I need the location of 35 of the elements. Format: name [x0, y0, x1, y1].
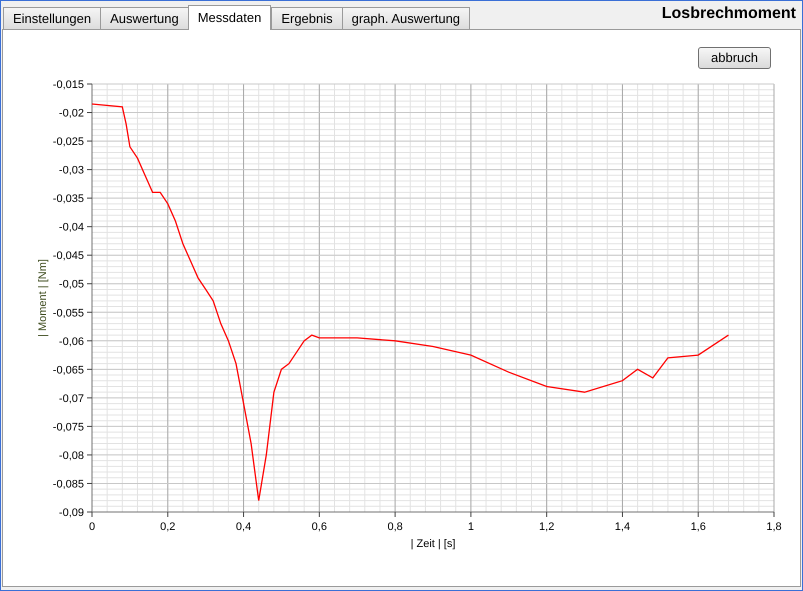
x-tick-label: 1,6: [690, 521, 706, 533]
abort-button[interactable]: abbruch: [698, 47, 771, 69]
page-title: Losbrechmoment: [662, 4, 797, 24]
y-tick-label: -0,02: [58, 108, 84, 120]
x-tick-label: 0,8: [387, 521, 403, 533]
y-tick-label: -0,09: [58, 507, 84, 519]
tab[interactable]: Ergebnis: [271, 7, 343, 29]
y-tick-label: -0,075: [52, 421, 84, 434]
x-tick-label: 0: [88, 521, 96, 533]
tab[interactable]: Auswertung: [100, 7, 189, 29]
y-tick-label: -0,015: [52, 79, 84, 91]
tab[interactable]: Messdaten: [188, 5, 272, 30]
y-tick-label: -0,07: [58, 392, 84, 405]
y-tick-label: -0,085: [52, 478, 84, 490]
x-tick-label: 0,2: [160, 521, 176, 533]
y-tick-label: -0,025: [52, 136, 84, 148]
y-tick-label: -0,08: [58, 450, 84, 462]
x-tick-label: 1,4: [614, 521, 630, 533]
y-tick-label: -0,04: [58, 222, 84, 234]
y-axis-label: | Moment | [Nm]: [37, 259, 49, 337]
tab[interactable]: graph. Auswertung: [342, 7, 470, 29]
y-tick-label: -0,065: [52, 364, 84, 376]
y-tick-label: -0,055: [52, 307, 84, 320]
x-tick-label: 1,8: [766, 521, 782, 533]
x-tick-label: 0,6: [312, 521, 327, 533]
tab[interactable]: Einstellungen: [3, 7, 102, 29]
y-tick-label: -0,03: [58, 164, 84, 177]
x-tick-label: 1: [468, 521, 474, 533]
y-tick-label: -0,06: [58, 336, 84, 348]
y-tick-label: -0,045: [52, 250, 84, 262]
x-axis-label: | Zeit | [s]: [410, 538, 456, 550]
y-tick-label: -0,05: [58, 278, 84, 291]
x-tick-label: 0,4: [236, 521, 252, 533]
x-tick-label: 1,2: [539, 521, 554, 533]
y-tick-label: -0,035: [52, 193, 84, 206]
